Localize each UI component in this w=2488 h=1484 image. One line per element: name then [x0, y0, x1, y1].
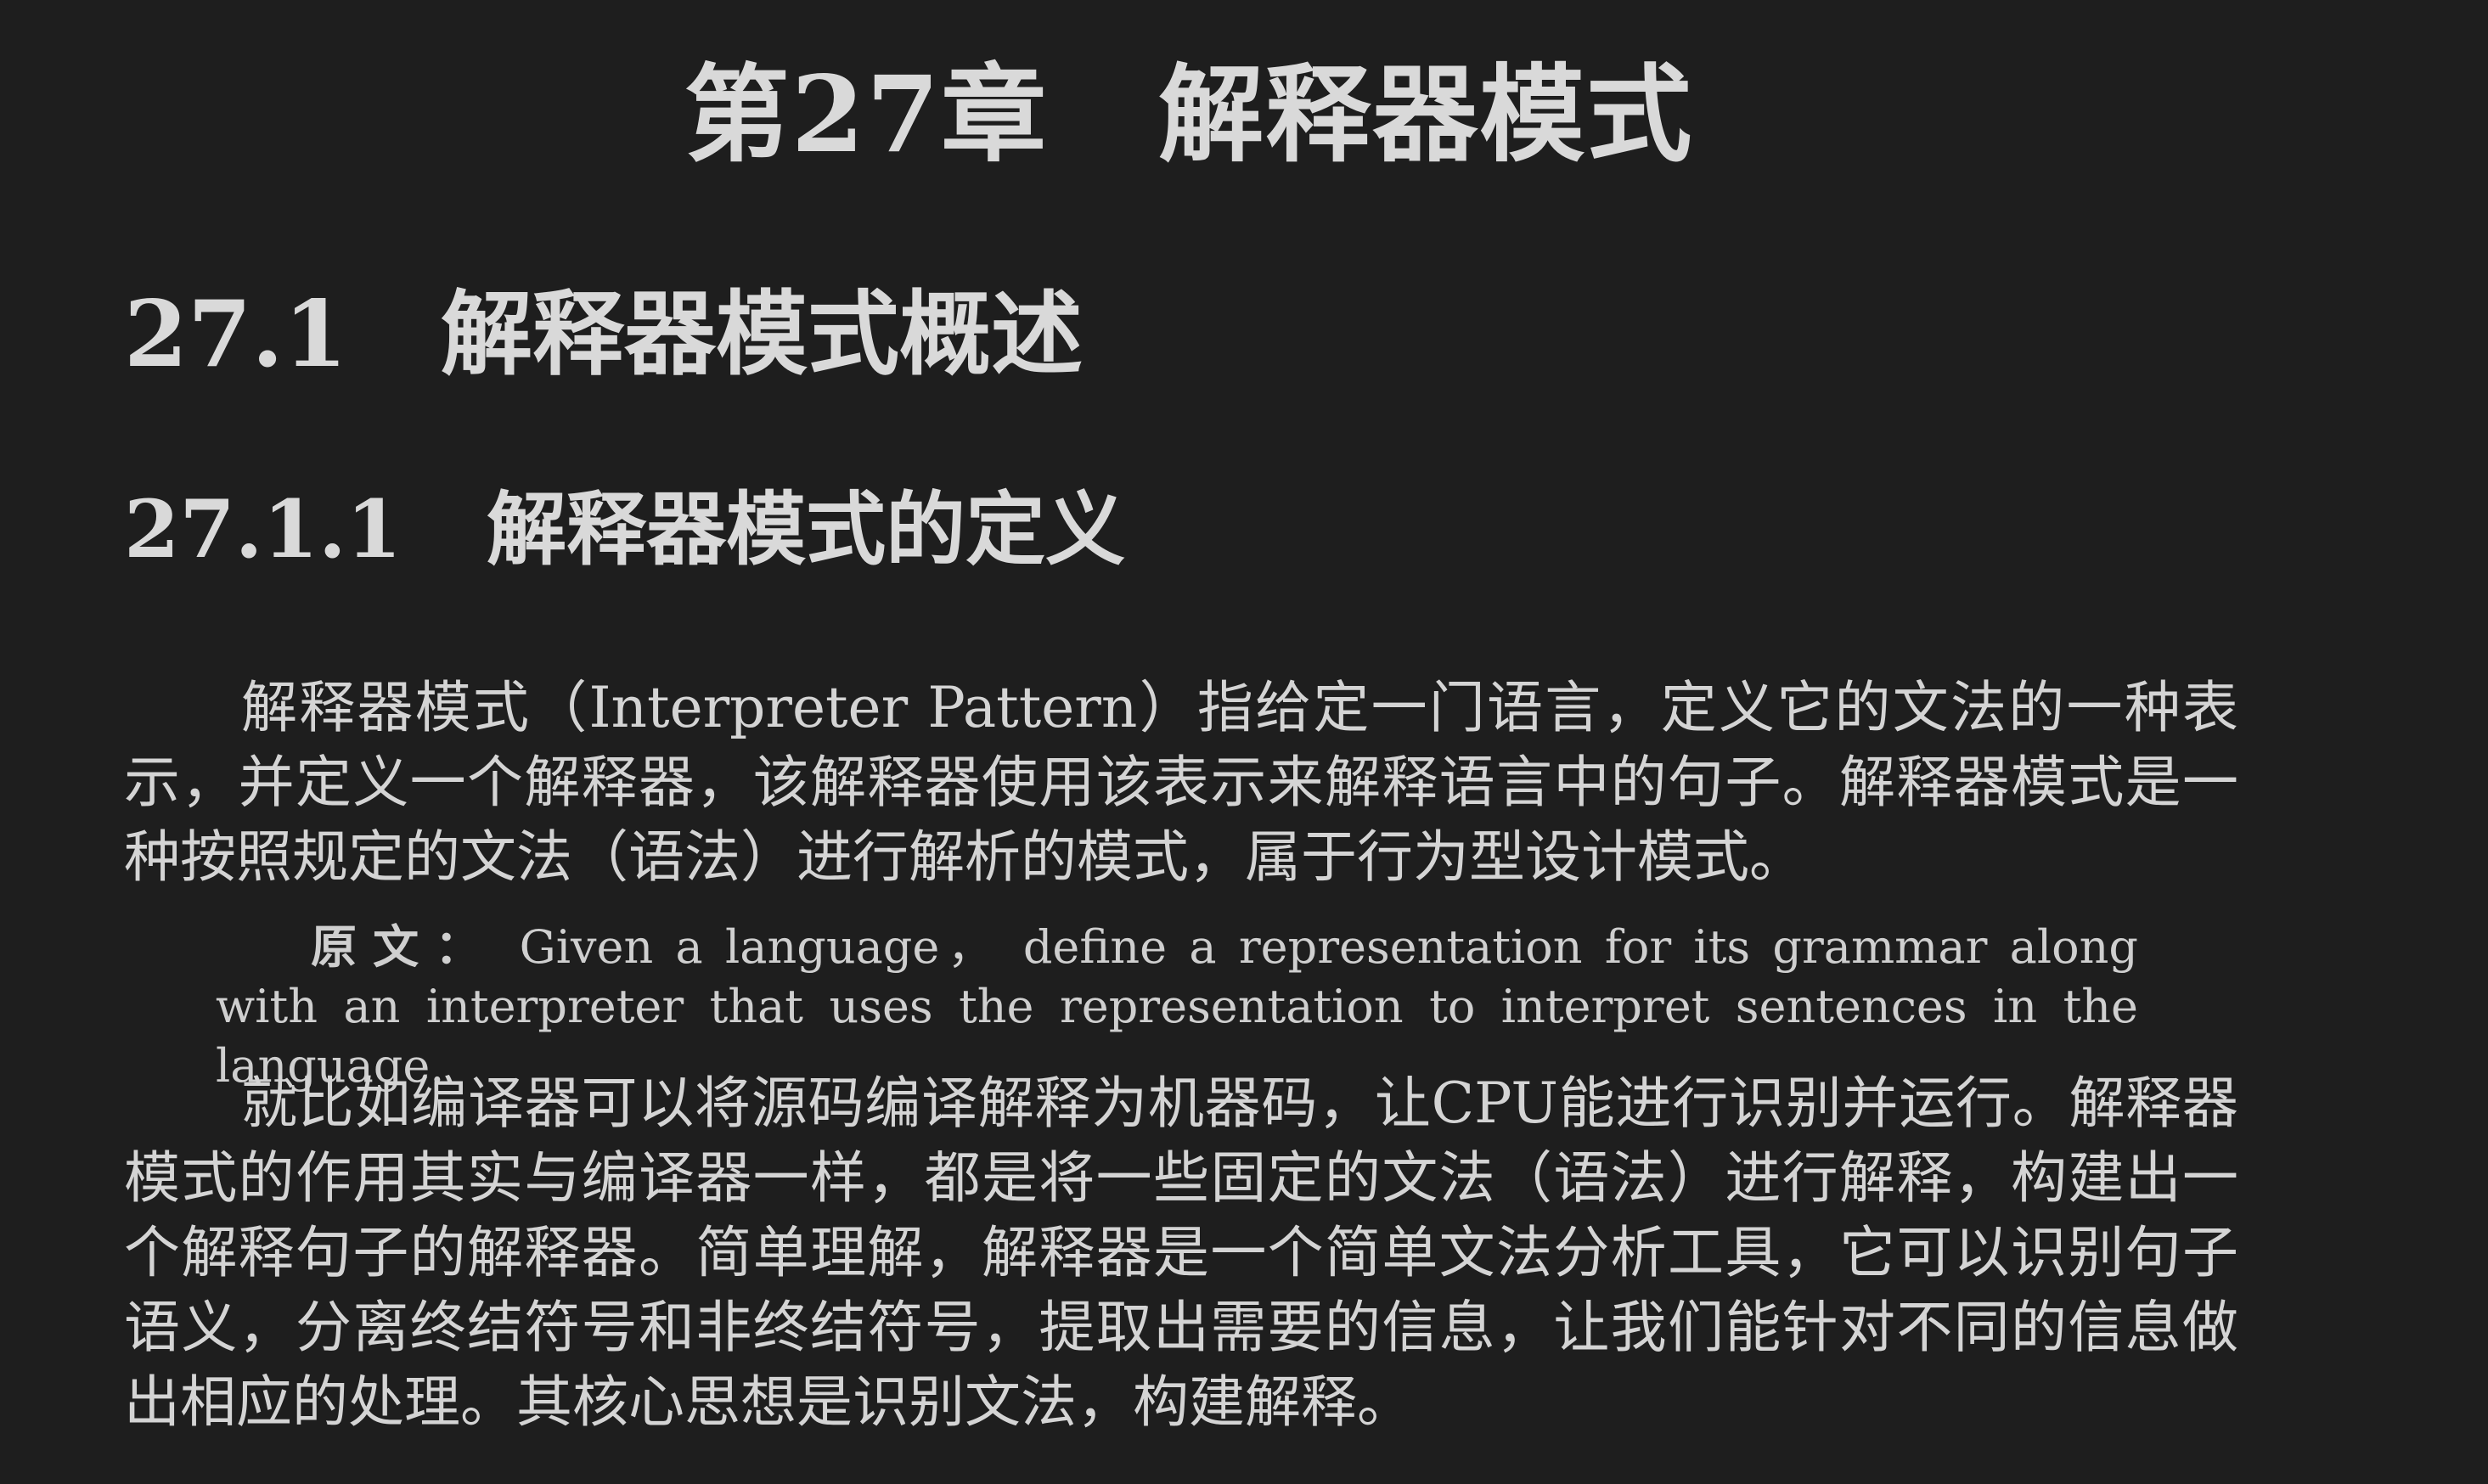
chapter-name: 解释器模式 [1158, 53, 1694, 177]
definition-paragraph: 解释器模式（Interpreter Pattern）指给定一门语言，定义它的文法… [124, 675, 2238, 890]
subsection-title: 解释器模式的定义 [487, 483, 1126, 576]
quote-label: 原文： [311, 919, 498, 974]
chapter-number: 第27章 [684, 53, 1049, 177]
subsection-heading: 27.1.1 解释器模式的定义 [124, 482, 1125, 578]
chapter-title: 第27章 解释器模式 [0, 53, 2378, 179]
subsection-number: 27.1.1 [124, 483, 402, 576]
section-number: 27.1 [124, 281, 348, 388]
section-title: 解释器模式概述 [441, 281, 1084, 388]
document-page: 第27章 解释器模式 27.1 解释器模式概述 27.1.1 解释器模式的定义 解释器… [0, 0, 2488, 1484]
explanation-paragraph: 就比如编译器可以将源码编译解释为机器码，让CPU能进行识别并运行。解释器模式的作… [124, 1071, 2238, 1435]
section-heading: 27.1 解释器模式概述 [124, 280, 1083, 391]
